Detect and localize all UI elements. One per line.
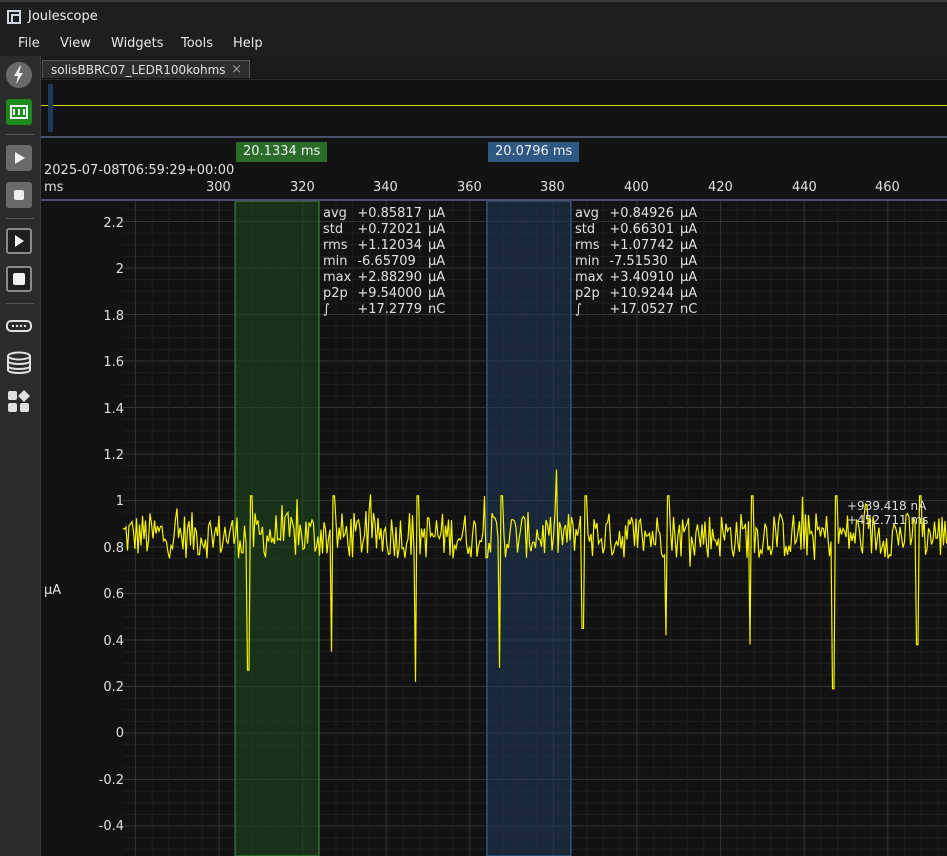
x-tick: 340 [373,180,398,195]
tab-bar: solisBBRC07_LEDR100kohms × [41,56,947,78]
y-tick: 1.8 [103,309,124,324]
menu-bar: File View Widgets Tools Help [0,32,947,56]
overview-trace [41,105,947,106]
sidebar [0,56,41,856]
stop-icon[interactable] [6,182,32,208]
y-tick: -0.2 [98,773,124,788]
x-tick: 320 [290,180,315,195]
y-tick: 2 [115,262,124,277]
x-tick: 400 [624,180,649,195]
tab-label: solisBBRC07_LEDR100kohms [51,63,226,77]
x-tick: 420 [708,180,733,195]
menu-view[interactable]: View [60,36,91,51]
power-icon[interactable] [6,62,32,88]
title-bar: Joulescope [0,0,947,32]
time-axis[interactable]: 20.1334 ms 20.0796 ms 2025-07-08T06:59:2… [41,138,947,201]
x-tick: 300 [206,180,231,195]
x-tick: 460 [875,180,900,195]
overview-range-handle[interactable] [48,84,53,132]
y-axis-unit: µA [44,583,62,598]
x-axis-unit: ms [44,180,64,195]
record-play-icon[interactable] [6,228,32,254]
close-icon[interactable]: × [231,62,242,77]
y-tick: 0.6 [103,587,124,602]
current-plot[interactable]: 2.2 2 1.8 1.6 1.4 1.2 1 0.8 0.6 0.4 0.2 … [41,201,947,856]
x-tick: 380 [540,180,565,195]
timestamp: 2025-07-08T06:59:29+00:00 [44,163,235,178]
y-tick: 0.8 [103,541,124,556]
y-tick: 1.4 [103,402,124,417]
menu-widgets[interactable]: Widgets [111,36,164,51]
overview-strip[interactable] [41,79,947,138]
play-icon[interactable] [6,145,32,171]
menu-help[interactable]: Help [233,36,263,51]
y-tick: -0.4 [98,819,124,834]
record-stop-icon[interactable] [6,266,32,292]
y-tick: 1.2 [103,448,124,463]
cursor-time: +452.711 ms [847,513,929,527]
y-tick: 0 [115,726,124,741]
x-tick: 360 [457,180,482,195]
y-tick: 1.6 [103,355,124,370]
menu-tools[interactable]: Tools [181,36,213,51]
joulescope-app-icon [7,10,21,24]
y-tick: 2.2 [103,216,124,231]
menu-file[interactable]: File [18,36,40,51]
widgets-icon[interactable] [6,388,32,414]
cursor-current: +939.418 nA [847,499,927,513]
y-tick: 0.2 [103,680,124,695]
y-tick: 1 [115,494,124,509]
storage-icon[interactable] [6,350,32,376]
marker-1-stats: avg +0.85817 µA std +0.72021 µA rms +1.12034 µ… [323,206,446,317]
device-icon[interactable] [6,313,32,339]
plot-canvas [122,201,947,856]
marker-1-label[interactable]: 20.1334 ms [236,142,328,162]
waveform-widget-icon[interactable] [6,99,32,125]
marker-2-stats: avg +0.84926 µA std +0.66301 µA rms +1.07742 µ… [575,206,698,317]
cursor-readout: +939.418 nA +452.711 ms [847,499,928,527]
y-tick: 0.4 [103,634,124,649]
x-tick: 440 [792,180,817,195]
marker-2-label[interactable]: 20.0796 ms [488,142,580,162]
tab-capture[interactable]: solisBBRC07_LEDR100kohms × [42,60,250,78]
window-title: Joulescope [28,9,98,24]
